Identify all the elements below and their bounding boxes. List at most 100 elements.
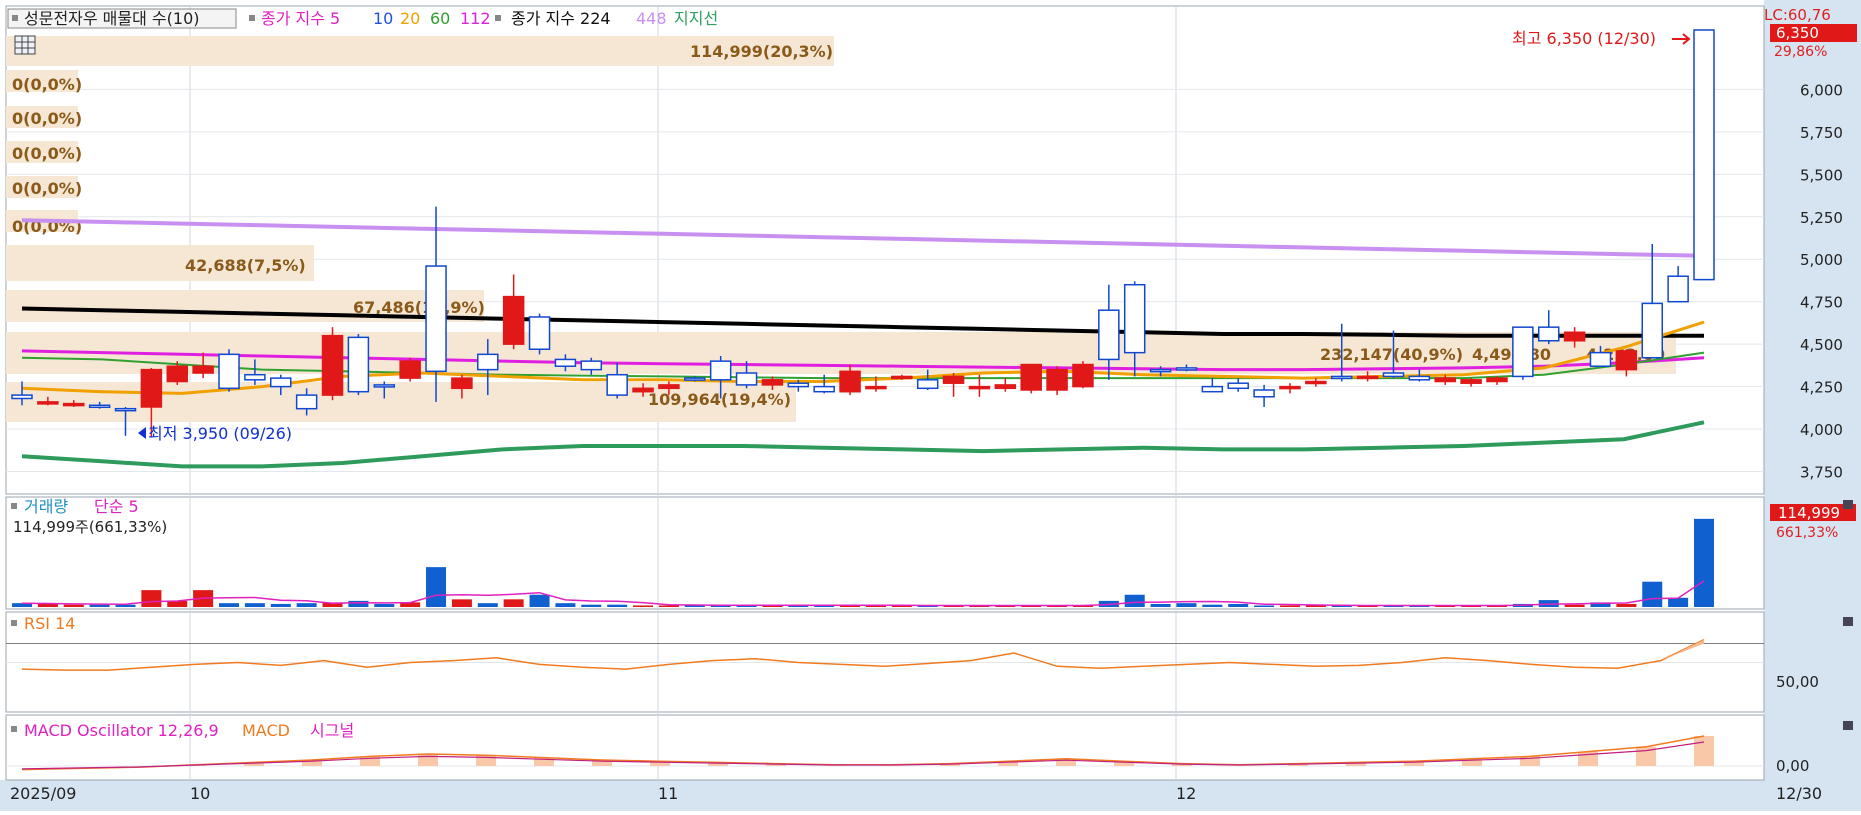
volume-bar bbox=[1124, 594, 1145, 607]
legend-ma10[interactable]: 10 bbox=[373, 9, 393, 28]
legend-marker bbox=[249, 15, 255, 21]
candle-body bbox=[88, 404, 111, 409]
volume-bar bbox=[37, 603, 58, 607]
chart-title[interactable]: 성문전자우 매물대 수(10) bbox=[24, 9, 200, 28]
volume-bar bbox=[658, 605, 679, 607]
candle-body bbox=[11, 394, 33, 400]
legend-ma224[interactable]: 종가 지수 224 bbox=[511, 9, 611, 28]
candle-body bbox=[1253, 389, 1275, 398]
candle-body bbox=[1615, 350, 1638, 371]
candle-body bbox=[1434, 377, 1456, 383]
candle-body bbox=[1667, 275, 1689, 303]
volume-bar bbox=[348, 600, 369, 607]
volume-bar bbox=[529, 594, 550, 607]
y-tick-label: 6,000 bbox=[1800, 81, 1843, 99]
candle-body bbox=[1149, 368, 1172, 373]
candle-body bbox=[1020, 363, 1042, 391]
candle-body bbox=[1227, 382, 1249, 390]
macd-osc-legend[interactable]: MACD Oscillator 12,26,9 bbox=[24, 721, 219, 740]
candle-body bbox=[114, 407, 137, 412]
low-annotation: 최저 3,950 (09/26) bbox=[148, 424, 292, 443]
volume-bar bbox=[219, 603, 240, 607]
volume-zone-label: 42,688(7,5%) bbox=[185, 256, 306, 275]
volume-bar bbox=[1176, 603, 1197, 607]
close-icon[interactable] bbox=[1843, 617, 1853, 626]
legend-support[interactable]: 지지선 bbox=[674, 9, 718, 28]
candle-body bbox=[1305, 380, 1327, 385]
candle-body bbox=[1098, 309, 1120, 361]
candle-body bbox=[244, 373, 266, 381]
candle-body bbox=[606, 373, 628, 396]
candle-body bbox=[1641, 302, 1663, 359]
legend-ma20[interactable]: 20 bbox=[400, 9, 420, 28]
close-icon[interactable] bbox=[1843, 721, 1853, 730]
candle-body bbox=[916, 379, 939, 390]
macd-tick: 0,00 bbox=[1776, 757, 1809, 775]
volume-bar bbox=[115, 604, 136, 607]
volume-bar bbox=[63, 604, 84, 607]
candle-body bbox=[891, 375, 913, 380]
candle-body bbox=[218, 353, 240, 390]
macd-legend[interactable]: MACD bbox=[242, 721, 290, 740]
grid-table-icon[interactable] bbox=[14, 35, 36, 55]
x-label: 12 bbox=[1176, 784, 1196, 803]
volume-bar bbox=[477, 603, 498, 607]
volume-bar bbox=[607, 604, 628, 607]
volume-zone-label: 0(0,0%) bbox=[12, 179, 82, 198]
candle-body bbox=[994, 384, 1017, 390]
candle-body bbox=[684, 377, 706, 381]
last-price-value: 6,350 bbox=[1776, 24, 1819, 42]
candle-body bbox=[1123, 283, 1146, 354]
rsi-legend[interactable]: RSI 14 bbox=[24, 614, 75, 633]
x-label: 10 bbox=[190, 784, 210, 803]
candle-body bbox=[580, 360, 603, 371]
volume-last-pct: 661,33% bbox=[1776, 525, 1838, 541]
volume-bar bbox=[503, 599, 524, 607]
legend-marker bbox=[11, 726, 17, 732]
volume-bar bbox=[1668, 597, 1689, 607]
candle-body bbox=[1408, 375, 1431, 381]
volume-bar bbox=[1616, 603, 1637, 607]
candle-body bbox=[1330, 375, 1353, 380]
legend-ma112[interactable]: 112 bbox=[460, 9, 491, 28]
close-icon[interactable] bbox=[1843, 500, 1853, 509]
macd-signal-legend[interactable]: 시그널 bbox=[310, 721, 354, 740]
volume-bar bbox=[581, 604, 602, 607]
x-label: 11 bbox=[658, 784, 678, 803]
volume-bar bbox=[1279, 605, 1300, 607]
volume-bar bbox=[374, 603, 395, 607]
chart-canvas: 114,999(20,3%) 0(0,0%) 0(0,0%) 0(0,0%) 0(0,0… bbox=[0, 0, 1861, 811]
macd-osc-bar bbox=[1694, 736, 1714, 766]
y-tick-label: 5,750 bbox=[1800, 124, 1843, 142]
rsi-tick: 50,00 bbox=[1776, 673, 1819, 691]
y-tick-label: 4,250 bbox=[1800, 379, 1843, 397]
y-tick-label: 4,500 bbox=[1800, 336, 1843, 354]
candle-body bbox=[658, 384, 680, 390]
stock-chart: 114,999(20,3%) 0(0,0%) 0(0,0%) 0(0,0%) 0(0,0… bbox=[0, 0, 1861, 811]
candle-body bbox=[813, 385, 835, 393]
candle-body bbox=[1537, 326, 1560, 342]
candle-body bbox=[347, 336, 370, 393]
candle-body bbox=[761, 379, 784, 386]
candle-body bbox=[735, 372, 758, 386]
y-tick-label: 5,500 bbox=[1800, 166, 1843, 184]
candle-body bbox=[1382, 372, 1405, 378]
volume-bar bbox=[141, 590, 162, 607]
candle-body bbox=[632, 387, 654, 393]
legend-ma60[interactable]: 60 bbox=[430, 9, 450, 28]
volume-legend[interactable]: 거래량 bbox=[24, 497, 68, 516]
legend-marker bbox=[11, 620, 17, 626]
legend-marker bbox=[11, 503, 17, 509]
volume-ma-legend[interactable]: 단순 5 bbox=[94, 497, 139, 516]
legend-ma5[interactable]: 종가 지수 5 bbox=[261, 9, 340, 28]
y-tick-label: 4,000 bbox=[1800, 421, 1843, 439]
legend-ma448[interactable]: 448 bbox=[636, 9, 667, 28]
volume-bar bbox=[1254, 605, 1275, 607]
candle-body bbox=[1563, 331, 1586, 342]
candle-body bbox=[1046, 368, 1068, 391]
candle-body bbox=[1693, 29, 1715, 281]
volume-bar bbox=[1642, 581, 1663, 607]
volume-zone-label: 114,999(20,3%) bbox=[690, 42, 833, 61]
candle-body bbox=[399, 360, 421, 379]
volume-bar bbox=[1202, 604, 1223, 607]
